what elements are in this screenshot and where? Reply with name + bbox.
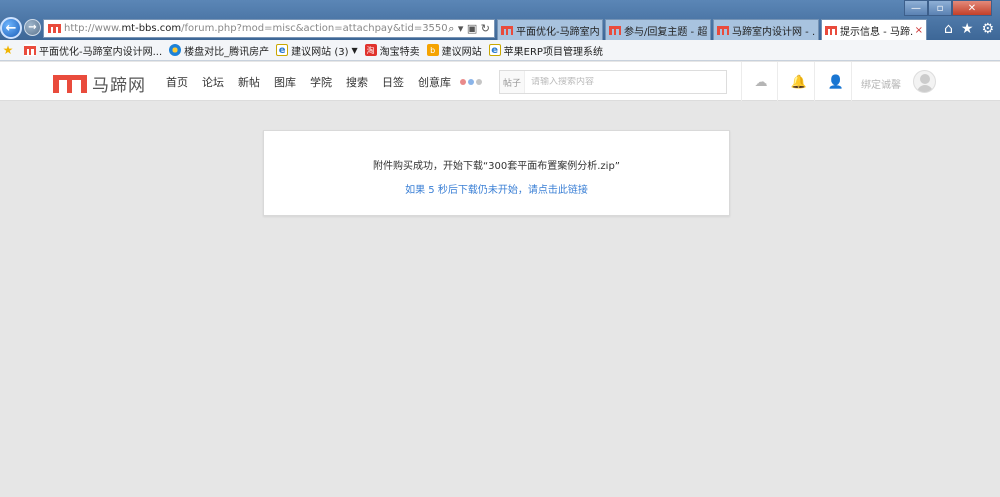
search-input[interactable] <box>525 77 720 87</box>
tab-3[interactable]: 马蹄室内设计网 - ... <box>713 19 819 40</box>
nav-forum[interactable]: 论坛 <box>202 74 224 90</box>
site-favicon-icon <box>48 23 61 34</box>
forward-arrow-icon: → <box>28 22 37 33</box>
site-logo[interactable]: 马蹄网 <box>53 71 146 96</box>
mt-logo-icon <box>717 25 729 35</box>
nav-gallery[interactable]: 图库 <box>274 74 296 90</box>
nav-academy[interactable]: 学院 <box>310 74 332 90</box>
favorite-link[interactable]: 楼盘对比_腾讯房产 <box>169 43 269 58</box>
tab-active[interactable]: 提示信息 - 马蹄... × <box>821 19 927 40</box>
mt-logo-icon <box>609 25 621 35</box>
dot <box>460 79 466 85</box>
mt-logo-icon <box>53 74 87 93</box>
favorite-link[interactable]: 淘 淘宝特卖 <box>364 43 420 58</box>
avatar-body <box>917 85 933 92</box>
forward-button[interactable]: → <box>24 19 41 36</box>
avatar[interactable] <box>913 70 936 93</box>
favorite-folder[interactable]: e 建议网站 (3) ▼ <box>276 43 358 58</box>
main-nav: 首页 论坛 新帖 图库 学院 搜索 日签 创意库 <box>166 74 465 90</box>
tab-1[interactable]: 平面优化-马蹄室内... <box>497 19 603 40</box>
username[interactable]: 绑定诚馨 <box>861 76 901 91</box>
browser-titlebar: ← → http://www.mt-bbs.com/forum.php?mod=… <box>0 0 1000 40</box>
dot <box>468 79 474 85</box>
search-category-select[interactable]: 帖子 <box>500 71 525 93</box>
tab-label: 平面优化-马蹄室内... <box>516 26 599 38</box>
favorite-link[interactable]: b 建议网站 <box>426 43 482 58</box>
search-refresh-icons[interactable]: ⌕ ▾ ▣ ↻ <box>448 22 490 36</box>
favorite-label: 建议网站 <box>441 46 482 58</box>
nav-home[interactable]: 首页 <box>166 74 188 90</box>
tab-label: 马蹄室内设计网 - ... <box>732 26 815 38</box>
favorites-star-icon: ★ <box>2 43 14 57</box>
notification-bell-icon[interactable]: 🔔 <box>790 73 808 91</box>
address-bar[interactable]: http://www.mt-bbs.com/forum.php?mod=misc… <box>43 19 495 38</box>
site-header: 马蹄网 首页 论坛 新帖 图库 学院 搜索 日签 创意库 帖子 ☁ 🔔 👤 绑定… <box>0 62 1000 101</box>
tab-label: 提示信息 - 马蹄... <box>840 26 913 38</box>
user-profile-icon[interactable]: 👤 <box>827 73 845 91</box>
favorite-label: 淘宝特卖 <box>379 46 420 58</box>
divider <box>741 62 742 101</box>
brand-name: 马蹄网 <box>92 76 146 96</box>
tencent-icon <box>169 44 182 56</box>
tab-strip: 平面优化-马蹄室内... 参与/回复主题 - 超... 马蹄室内设计网 - ..… <box>497 19 929 40</box>
close-tab-icon[interactable]: × <box>915 25 923 36</box>
more-dots-icon[interactable] <box>460 79 482 85</box>
add-favorite-button[interactable]: ★ <box>2 43 17 57</box>
message-text: 附件购买成功，开始下载“300套平面布置案例分析.zip” <box>372 161 620 172</box>
message-box: 附件购买成功，开始下载“300套平面布置案例分析.zip” 如果 5 秒后下载仍… <box>263 130 730 216</box>
mt-logo-icon <box>24 44 36 56</box>
divider <box>851 62 852 101</box>
bing-icon: b <box>426 44 439 56</box>
close-window-button[interactable]: ✕ <box>952 0 992 16</box>
ie-icon: e <box>488 44 501 56</box>
taobao-icon: 淘 <box>364 44 377 56</box>
upload-cloud-icon[interactable]: ☁ <box>752 73 770 91</box>
divider <box>814 62 815 101</box>
minimize-button[interactable]: — <box>904 0 928 16</box>
site-search: 帖子 <box>499 70 727 94</box>
nav-daily-sign[interactable]: 日签 <box>382 74 404 90</box>
back-button[interactable]: ← <box>0 17 22 39</box>
favorite-link[interactable]: 平面优化-马蹄室内设计网... <box>24 43 162 58</box>
favorite-label: 建议网站 (3) <box>291 46 349 58</box>
favorite-label: 平面优化-马蹄室内设计网... <box>39 46 163 58</box>
favorite-label: 楼盘对比_腾讯房产 <box>184 46 270 58</box>
favorite-link[interactable]: e 苹果ERP项目管理系统 <box>488 43 603 58</box>
mt-logo-icon <box>825 25 837 35</box>
divider <box>777 62 778 101</box>
maximize-button[interactable]: ▫ <box>928 0 952 16</box>
avatar-head <box>920 74 930 84</box>
mt-logo-icon <box>501 25 513 35</box>
window-controls: — ▫ ✕ <box>904 0 992 16</box>
nav-idea-library[interactable]: 创意库 <box>418 74 451 90</box>
address-tools[interactable]: ⌕ ▾ ▣ ↻ <box>448 22 494 36</box>
favorites-bar: ★ 平面优化-马蹄室内设计网... 楼盘对比_腾讯房产 e 建议网站 (3) ▼… <box>0 40 1000 61</box>
home-icon[interactable]: ⌂ <box>944 21 953 37</box>
tab-2[interactable]: 参与/回复主题 - 超... <box>605 19 711 40</box>
dot <box>476 79 482 85</box>
tab-label: 参与/回复主题 - 超... <box>624 26 707 38</box>
download-link[interactable]: 如果 5 秒后下载仍未开始，请点击此链接 <box>264 181 729 196</box>
settings-gear-icon[interactable]: ⚙ <box>981 21 994 37</box>
browser-tools: ⌂ ★ ⚙ <box>944 21 994 37</box>
ie-icon: e <box>276 44 289 56</box>
favorites-star-icon[interactable]: ★ <box>961 21 974 37</box>
nav-search[interactable]: 搜索 <box>346 74 368 90</box>
favorite-label: 苹果ERP项目管理系统 <box>503 46 603 58</box>
dropdown-caret-icon[interactable]: ▼ <box>352 46 358 55</box>
nav-new-posts[interactable]: 新帖 <box>238 74 260 90</box>
back-arrow-icon: ← <box>5 20 17 36</box>
url-text[interactable]: http://www.mt-bbs.com/forum.php?mod=misc… <box>64 23 448 34</box>
